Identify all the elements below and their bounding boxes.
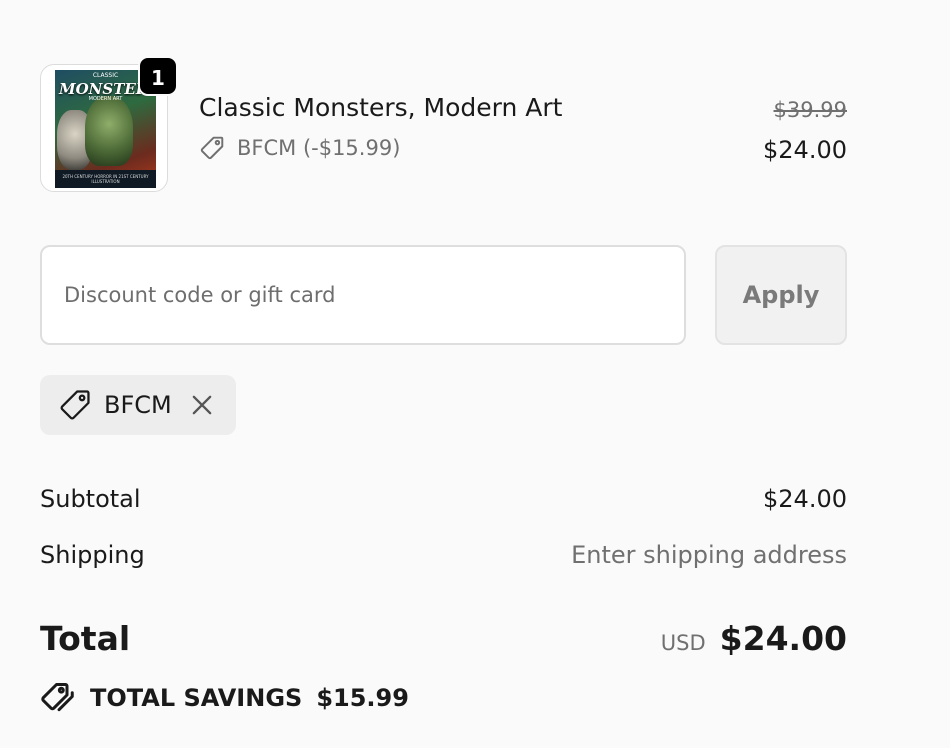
subtotal-value: $24.00: [763, 485, 847, 513]
shipping-label: Shipping: [40, 541, 145, 569]
cover-subtitle-text: MODERN ART: [88, 96, 123, 102]
total-label: Total: [40, 619, 131, 658]
line-item: CLASSIC MONSTERS MODERN ART 20TH CENTURY…: [40, 56, 847, 196]
total-value: USD $24.00: [661, 615, 847, 667]
item-price: $24.00: [763, 136, 847, 164]
line-item-discount-label: BFCM (-$15.99): [237, 136, 401, 160]
tags-icon: [41, 683, 74, 712]
product-name: Classic Monsters, Modern Art: [199, 93, 563, 122]
tag-icon: [200, 136, 224, 160]
total-amount: $24.00: [719, 619, 847, 658]
tag-icon: [60, 390, 90, 420]
quantity-badge: 1: [138, 56, 178, 96]
savings-amount: $15.99: [316, 684, 409, 712]
cover-footer-text: 20TH CENTURY HORROR IN 21ST CENTURY ILLU…: [62, 174, 149, 184]
discount-code-input[interactable]: [40, 245, 686, 345]
currency-code: USD: [660, 631, 706, 655]
savings-label: TOTAL SAVINGS: [90, 684, 303, 712]
original-price: $39.99: [773, 98, 847, 122]
total-row: Total USD $24.00: [40, 615, 847, 663]
shipping-value: Enter shipping address: [571, 541, 847, 569]
line-item-discount: BFCM (-$15.99): [199, 134, 400, 162]
total-savings: TOTAL SAVINGS $15.99: [40, 680, 409, 716]
close-icon[interactable]: [188, 391, 216, 419]
shipping-row: Shipping Enter shipping address: [40, 538, 847, 572]
subtotal-label: Subtotal: [40, 485, 141, 513]
applied-discount-chip: BFCM: [40, 375, 236, 435]
applied-code-label: BFCM: [104, 391, 172, 419]
apply-button[interactable]: Apply: [715, 245, 847, 345]
discount-form: Apply: [40, 245, 847, 345]
subtotal-row: Subtotal $24.00: [40, 482, 847, 516]
